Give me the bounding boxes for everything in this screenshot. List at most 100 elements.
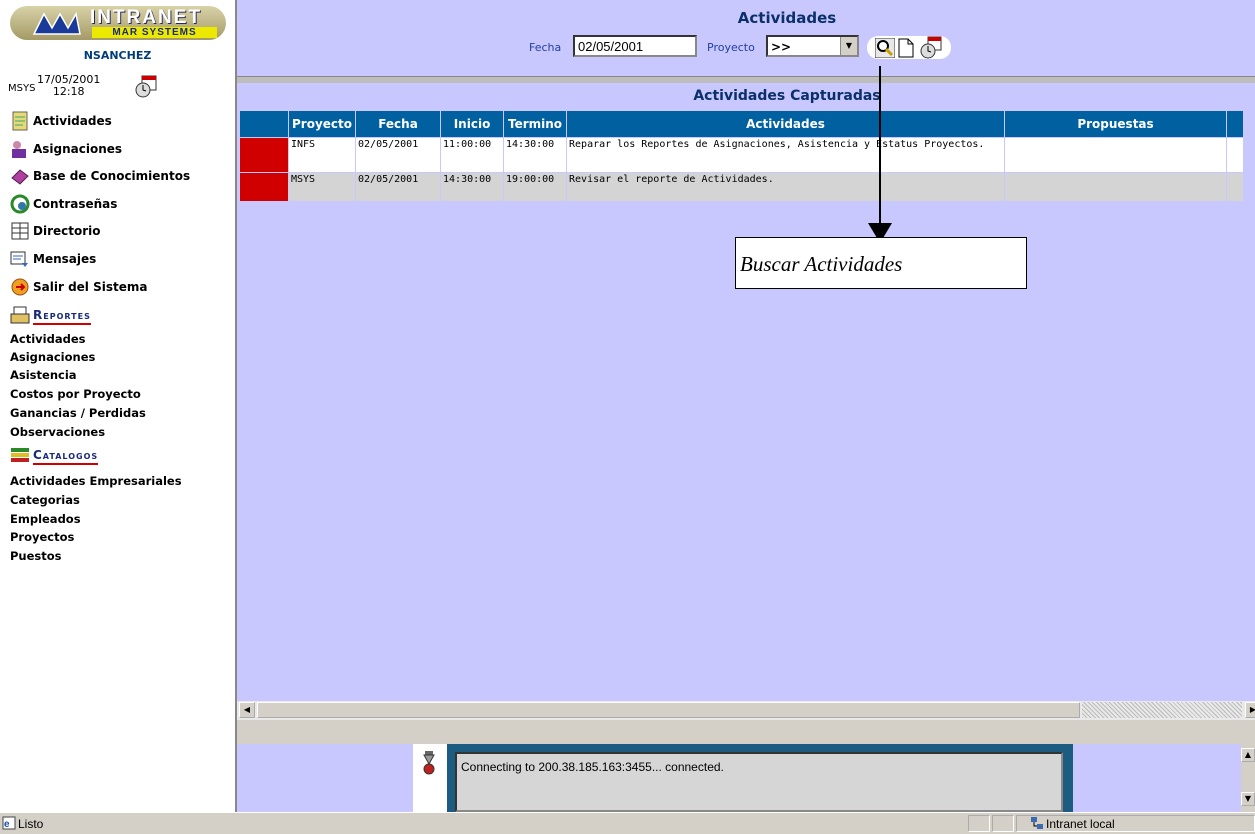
cell-actividades: Reparar los Reportes de Asignaciones, As… (566, 137, 1006, 173)
connection-log-frame: Connecting to 200.38.185.163:3455... con… (447, 744, 1073, 812)
cell-proyecto: MSYS (287, 172, 357, 202)
section-catalogos: Catalogos (10, 444, 99, 468)
nav-label: Base de Conocimientos (33, 169, 191, 183)
activities-panel: Actividades Capturadas Proyecto Fecha In… (235, 83, 1255, 701)
nav-label: Mensajes (33, 252, 97, 266)
report-asignaciones[interactable]: Asignaciones (10, 350, 95, 364)
new-document-icon[interactable] (897, 38, 915, 58)
callout-arrow (879, 66, 881, 226)
proyecto-selected-value: >> (771, 40, 792, 54)
col-fecha[interactable]: Fecha (355, 110, 442, 138)
printer-icon (10, 306, 30, 326)
status-text: Listo (18, 817, 44, 831)
book-icon (10, 166, 30, 186)
col-status (239, 110, 289, 138)
cell-inicio: 14:30:00 (440, 172, 505, 202)
current-time: 12:18 (52, 85, 85, 98)
nav-label: Asignaciones (33, 142, 123, 156)
current-datetime: 17/05/2001 12:18 (37, 74, 100, 98)
col-propuestas[interactable]: Propuestas (1004, 110, 1228, 138)
nav-mensajes[interactable]: Mensajes (10, 248, 96, 270)
cell-extra (1226, 137, 1245, 173)
proyecto-label: Proyecto (707, 41, 755, 54)
fecha-input[interactable]: 02/05/2001 (573, 35, 697, 57)
org-code: MSYS (8, 83, 36, 94)
calendar-clock-icon[interactable] (919, 36, 943, 60)
vertical-scrollbar[interactable]: ▲ ▼ (1241, 744, 1255, 812)
col-termino[interactable]: Termino (503, 110, 568, 138)
exit-icon (10, 277, 30, 297)
nav-actividades[interactable]: Actividades (10, 110, 112, 132)
scroll-down-icon[interactable]: ▼ (1241, 792, 1255, 806)
activities-table: Proyecto Fecha Inicio Termino Actividade… (239, 110, 1245, 202)
username: NSANCHEZ (83, 49, 152, 62)
connection-icon-column (413, 744, 447, 812)
report-actividades[interactable]: Actividades (10, 332, 85, 346)
scroll-left-icon[interactable]: ◀ (239, 702, 255, 718)
callout-box: Buscar Actividades (735, 237, 1027, 289)
catalog-actividades-empresariales[interactable]: Actividades Empresariales (10, 474, 182, 488)
table-row[interactable]: INFS 02/05/2001 11:00:00 14:30:00 Repara… (239, 137, 1245, 173)
search-icon[interactable] (875, 38, 895, 58)
nav-contrasenas[interactable]: Contraseñas (10, 193, 117, 215)
section-catalogos-label: Catalogos (33, 448, 99, 465)
cell-inicio: 11:00:00 (440, 137, 505, 173)
nav-label: Salir del Sistema (33, 280, 148, 294)
report-ganancias-perdidas[interactable]: Ganancias / Perdidas (10, 406, 146, 420)
status-panel (968, 815, 990, 832)
report-observaciones[interactable]: Observaciones (10, 425, 105, 439)
sidebar: INTRANET MAR SYSTEMS NSANCHEZ MSYS 17/05… (0, 0, 235, 812)
col-extra (1226, 110, 1245, 138)
scrollbar-thumb[interactable] (257, 702, 1080, 718)
cell-termino: 19:00:00 (503, 172, 568, 202)
network-zone-icon (1031, 817, 1043, 829)
col-inicio[interactable]: Inicio (440, 110, 505, 138)
catalog-empleados[interactable]: Empleados (10, 512, 81, 526)
report-costos-proyecto[interactable]: Costos por Proyecto (10, 387, 141, 401)
calendar-clock-icon[interactable] (134, 75, 158, 99)
cell-extra (1226, 172, 1245, 202)
col-actividades[interactable]: Actividades (566, 110, 1006, 138)
frame-divider[interactable] (235, 720, 1255, 744)
cell-fecha: 02/05/2001 (355, 137, 442, 173)
scrollbar-track[interactable] (1082, 702, 1242, 718)
table-row[interactable]: MSYS 02/05/2001 14:30:00 19:00:00 Revisa… (239, 172, 1245, 202)
nav-label: Actividades (33, 114, 112, 128)
connection-log: Connecting to 200.38.185.163:3455... con… (455, 752, 1063, 812)
nav-salir-sistema[interactable]: Salir del Sistema (10, 276, 147, 298)
cell-propuestas (1004, 172, 1228, 202)
connection-status-icon (423, 751, 435, 775)
horizontal-scrollbar[interactable]: ◀ ▶ (235, 701, 1255, 720)
action-toolbar (867, 36, 951, 59)
password-icon (10, 194, 30, 214)
security-zone-label: Intranet local (1046, 817, 1115, 831)
cell-actividades: Revisar el reporte de Actividades. (566, 172, 1006, 202)
cell-fecha: 02/05/2001 (355, 172, 442, 202)
intranet-logo: INTRANET MAR SYSTEMS (10, 6, 226, 40)
filter-header: Actividades Fecha 02/05/2001 Proyecto >>… (235, 0, 1255, 76)
table-header-row: Proyecto Fecha Inicio Termino Actividade… (239, 110, 1245, 138)
directory-icon (10, 221, 30, 241)
catalog-puestos[interactable]: Puestos (10, 549, 62, 563)
catalog-proyectos[interactable]: Proyectos (10, 530, 74, 544)
nav-base-conocimientos[interactable]: Base de Conocimientos (10, 165, 190, 187)
messages-icon (10, 249, 30, 269)
report-asistencia[interactable]: Asistencia (10, 368, 77, 382)
nav-asignaciones[interactable]: Asignaciones (10, 138, 122, 160)
col-proyecto[interactable]: Proyecto (287, 110, 357, 138)
fecha-label: Fecha (529, 41, 562, 54)
status-panel (992, 815, 1014, 832)
chevron-down-icon[interactable]: ▼ (840, 37, 857, 55)
cell-proyecto: INFS (287, 137, 357, 173)
catalog-categorias[interactable]: Categorias (10, 493, 80, 507)
proyecto-select[interactable]: >> ▼ (766, 35, 859, 57)
nav-directorio[interactable]: Directorio (10, 220, 101, 242)
logo-subtitle: MAR SYSTEMS (92, 27, 217, 38)
table-title: Actividades Capturadas (693, 88, 881, 104)
logo-title: INTRANET (90, 7, 203, 28)
cell-propuestas (1004, 137, 1228, 173)
svg-text:e: e (4, 819, 10, 830)
scroll-up-icon[interactable]: ▲ (1241, 748, 1255, 762)
cell-termino: 14:30:00 (503, 137, 568, 173)
scroll-right-icon[interactable]: ▶ (1245, 702, 1255, 718)
